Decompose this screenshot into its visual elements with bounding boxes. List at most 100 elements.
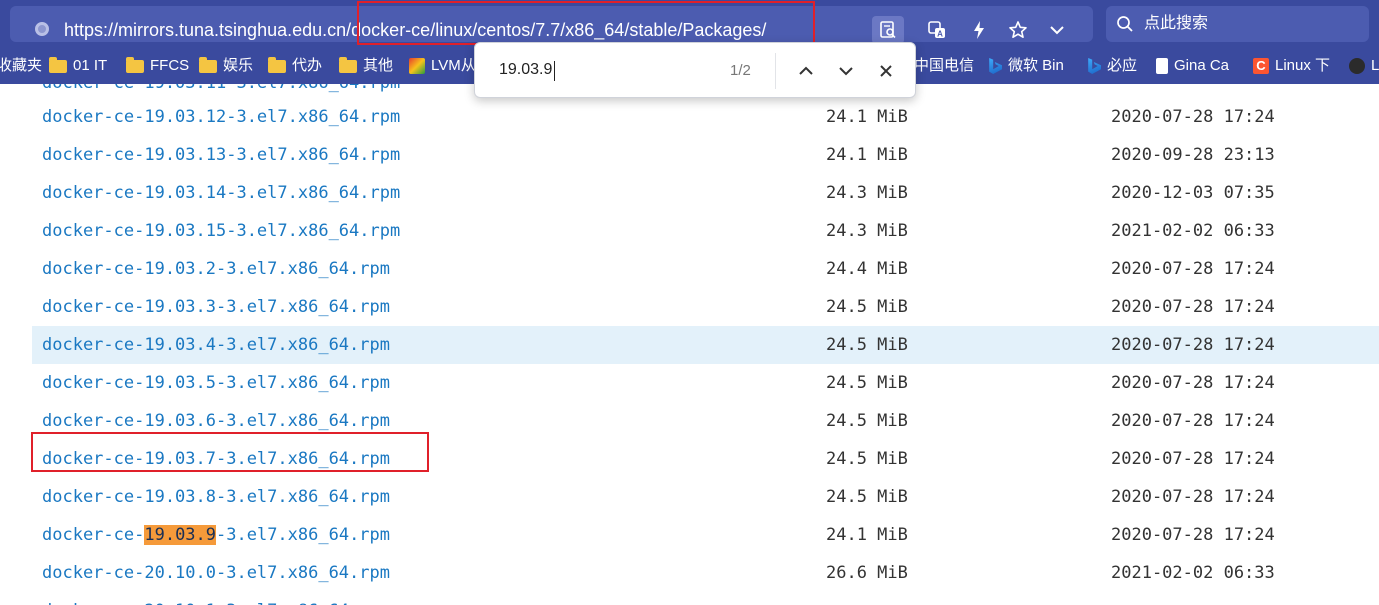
table-row-hovered: docker-ce-19.03.4-3.el7.x86_64.rpm 24.5 … (32, 326, 1379, 364)
find-next-button[interactable] (831, 57, 861, 85)
chevron-down-icon[interactable] (1041, 16, 1073, 44)
file-date: 2020-07-28 17:24 (1111, 373, 1275, 393)
file-date: 2020-12-03 07:35 (1111, 183, 1275, 203)
file-date: 2020-07-28 17:24 (1111, 335, 1275, 355)
bookmark-linux[interactable]: C Linux 下 (1253, 48, 1330, 84)
file-date: 2020-09-28 23:13 (1111, 145, 1275, 165)
file-size: 24.3 MiB (826, 221, 908, 241)
search-box[interactable]: 点此搜索 (1106, 6, 1369, 42)
file-link[interactable]: docker-ce-20.10.1-3.el7.x86_64.rpm (42, 592, 390, 605)
file-link[interactable]: docker-ce-19.03.2-3.el7.x86_64.rpm (42, 250, 390, 288)
find-previous-button[interactable] (791, 57, 821, 85)
find-close-button[interactable] (871, 57, 901, 85)
file-listing: docker-ce-19.03.11-3.el7.x86_64.rpm dock… (0, 84, 1379, 605)
c-icon: C (1253, 58, 1269, 74)
bookmark-folder-ffcs[interactable]: FFCS (126, 48, 189, 84)
address-bar[interactable]: https://mirrors.tuna.tsinghua.edu.cn/doc… (10, 6, 1093, 44)
find-input[interactable] (491, 55, 731, 85)
bookmark-china-telecom[interactable]: 中国电信 (914, 48, 974, 84)
file-link[interactable]: docker-ce-19.03.12-3.el7.x86_64.rpm (42, 98, 400, 136)
bookmark-label: FFCS (150, 57, 190, 74)
folder-icon (268, 56, 286, 73)
file-date: 2021-02-02 06:33 (1111, 563, 1275, 583)
url-path: /docker-ce/linux/centos/7.7/x86_64/stabl… (346, 20, 767, 40)
file-date: 2020-07-28 17:24 (1111, 297, 1275, 317)
file-link[interactable]: docker-ce-19.03.15-3.el7.x86_64.rpm (42, 212, 400, 250)
table-row: docker-ce-19.03.2-3.el7.x86_64.rpm 24.4 … (32, 250, 1379, 288)
folder-icon (126, 56, 144, 73)
url-text[interactable]: https://mirrors.tuna.tsinghua.edu.cn/doc… (64, 17, 766, 43)
file-size: 24.1 MiB (826, 145, 908, 165)
site-info-icon[interactable] (35, 22, 49, 36)
file-size: 24.5 MiB (826, 449, 908, 469)
table-row: docker-ce-20.10.1-3.el7.x86_64.rpm (32, 592, 1379, 605)
bookmark-folder-other[interactable]: 其他 (339, 48, 393, 84)
file-size: 24.5 MiB (826, 373, 908, 393)
folder-icon (339, 56, 357, 73)
file-size: 24.3 MiB (826, 183, 908, 203)
bookmark-label: Gina Ca (1174, 57, 1230, 74)
table-row: docker-ce-19.03.12-3.el7.x86_64.rpm 24.1… (32, 98, 1379, 136)
table-row: docker-ce-19.03.14-3.el7.x86_64.rpm 24.3… (32, 174, 1379, 212)
table-row: docker-ce-19.03.8-3.el7.x86_64.rpm 24.5 … (32, 478, 1379, 516)
bookmark-folder-entertainment[interactable]: 娱乐 (199, 48, 253, 84)
bookmark-label: Linux 下 (1275, 57, 1331, 74)
file-date: 2020-07-28 17:24 (1111, 107, 1275, 127)
bookmark-l[interactable]: L (1349, 48, 1379, 84)
table-row: docker-ce-19.03.7-3.el7.x86_64.rpm 24.5 … (32, 440, 1379, 478)
table-row: docker-ce-19.03.5-3.el7.x86_64.rpm 24.5 … (32, 364, 1379, 402)
bookmark-microsoft-bing[interactable]: 微软 Bin (986, 48, 1064, 84)
file-link[interactable]: docker-ce-19.03.4-3.el7.x86_64.rpm (42, 326, 390, 364)
file-size: 24.1 MiB (826, 525, 908, 545)
file-size: 24.1 MiB (826, 107, 908, 127)
table-row: docker-ce-19.03.3-3.el7.x86_64.rpm 24.5 … (32, 288, 1379, 326)
file-link-match[interactable]: docker-ce-19.03.9-3.el7.x86_64.rpm (42, 516, 390, 554)
bing-icon (1088, 58, 1101, 74)
name-suffix: -3.el7.x86_64.rpm (216, 525, 391, 545)
file-link[interactable]: docker-ce-19.03.14-3.el7.x86_64.rpm (42, 174, 400, 212)
bookmark-folder-todo[interactable]: 代办 (268, 48, 322, 84)
svg-text:A: A (937, 30, 943, 39)
bookmark-label: L (1371, 57, 1379, 74)
file-date: 2020-07-28 17:24 (1111, 449, 1275, 469)
search-placeholder: 点此搜索 (1144, 15, 1209, 32)
table-row-match: docker-ce-19.03.9-3.el7.x86_64.rpm 24.1 … (32, 516, 1379, 554)
bookmark-folder-01-it[interactable]: 01 IT (49, 48, 107, 84)
browser-toolbar: https://mirrors.tuna.tsinghua.edu.cn/doc… (0, 0, 1379, 48)
file-link[interactable]: docker-ce-19.03.13-3.el7.x86_64.rpm (42, 136, 400, 174)
file-date: 2021-02-02 06:33 (1111, 221, 1275, 241)
file-link[interactable]: docker-ce-19.03.5-3.el7.x86_64.rpm (42, 364, 390, 402)
file-link[interactable]: docker-ce-19.03.7-3.el7.x86_64.rpm (42, 440, 390, 478)
chevron-up-icon (799, 66, 813, 75)
bookmark-favorites[interactable]: 收藏夹 (0, 48, 42, 84)
url-prefix: https://mirrors.tuna.tsinghua.edu.cn (64, 20, 347, 40)
find-match-highlight: 19.03.9 (144, 525, 217, 545)
search-icon (1117, 16, 1133, 32)
reader-mode-icon[interactable] (872, 16, 904, 44)
file-size: 24.4 MiB (826, 259, 908, 279)
page-icon (1156, 58, 1168, 74)
translate-icon[interactable]: A (921, 16, 953, 44)
file-date: 2020-07-28 17:24 (1111, 411, 1275, 431)
file-link[interactable]: docker-ce-19.03.3-3.el7.x86_64.rpm (42, 288, 390, 326)
chevron-down-icon (839, 67, 853, 76)
folder-icon (199, 56, 217, 73)
bookmark-label: 中国电信 (914, 57, 975, 74)
divider (775, 53, 776, 89)
bookmark-lvm[interactable]: LVM从 (409, 48, 476, 84)
file-link[interactable]: docker-ce-20.10.0-3.el7.x86_64.rpm (42, 554, 390, 592)
file-size: 24.5 MiB (826, 297, 908, 317)
file-link[interactable]: docker-ce-19.03.6-3.el7.x86_64.rpm (42, 402, 390, 440)
table-row: docker-ce-19.03.15-3.el7.x86_64.rpm 24.3… (32, 212, 1379, 250)
bookmark-label: 代办 (292, 57, 323, 74)
find-match-count: 1/2 (730, 62, 751, 79)
file-size: 24.5 MiB (826, 335, 908, 355)
site-icon (409, 58, 425, 74)
lightning-icon[interactable] (963, 16, 995, 44)
bookmark-gina[interactable]: Gina Ca (1156, 48, 1229, 84)
bookmark-bing[interactable]: 必应 (1085, 48, 1137, 84)
file-link[interactable]: docker-ce-19.03.8-3.el7.x86_64.rpm (42, 478, 390, 516)
find-bar: 1/2 (474, 42, 916, 98)
bing-icon (989, 58, 1002, 74)
star-icon[interactable] (1002, 16, 1034, 44)
